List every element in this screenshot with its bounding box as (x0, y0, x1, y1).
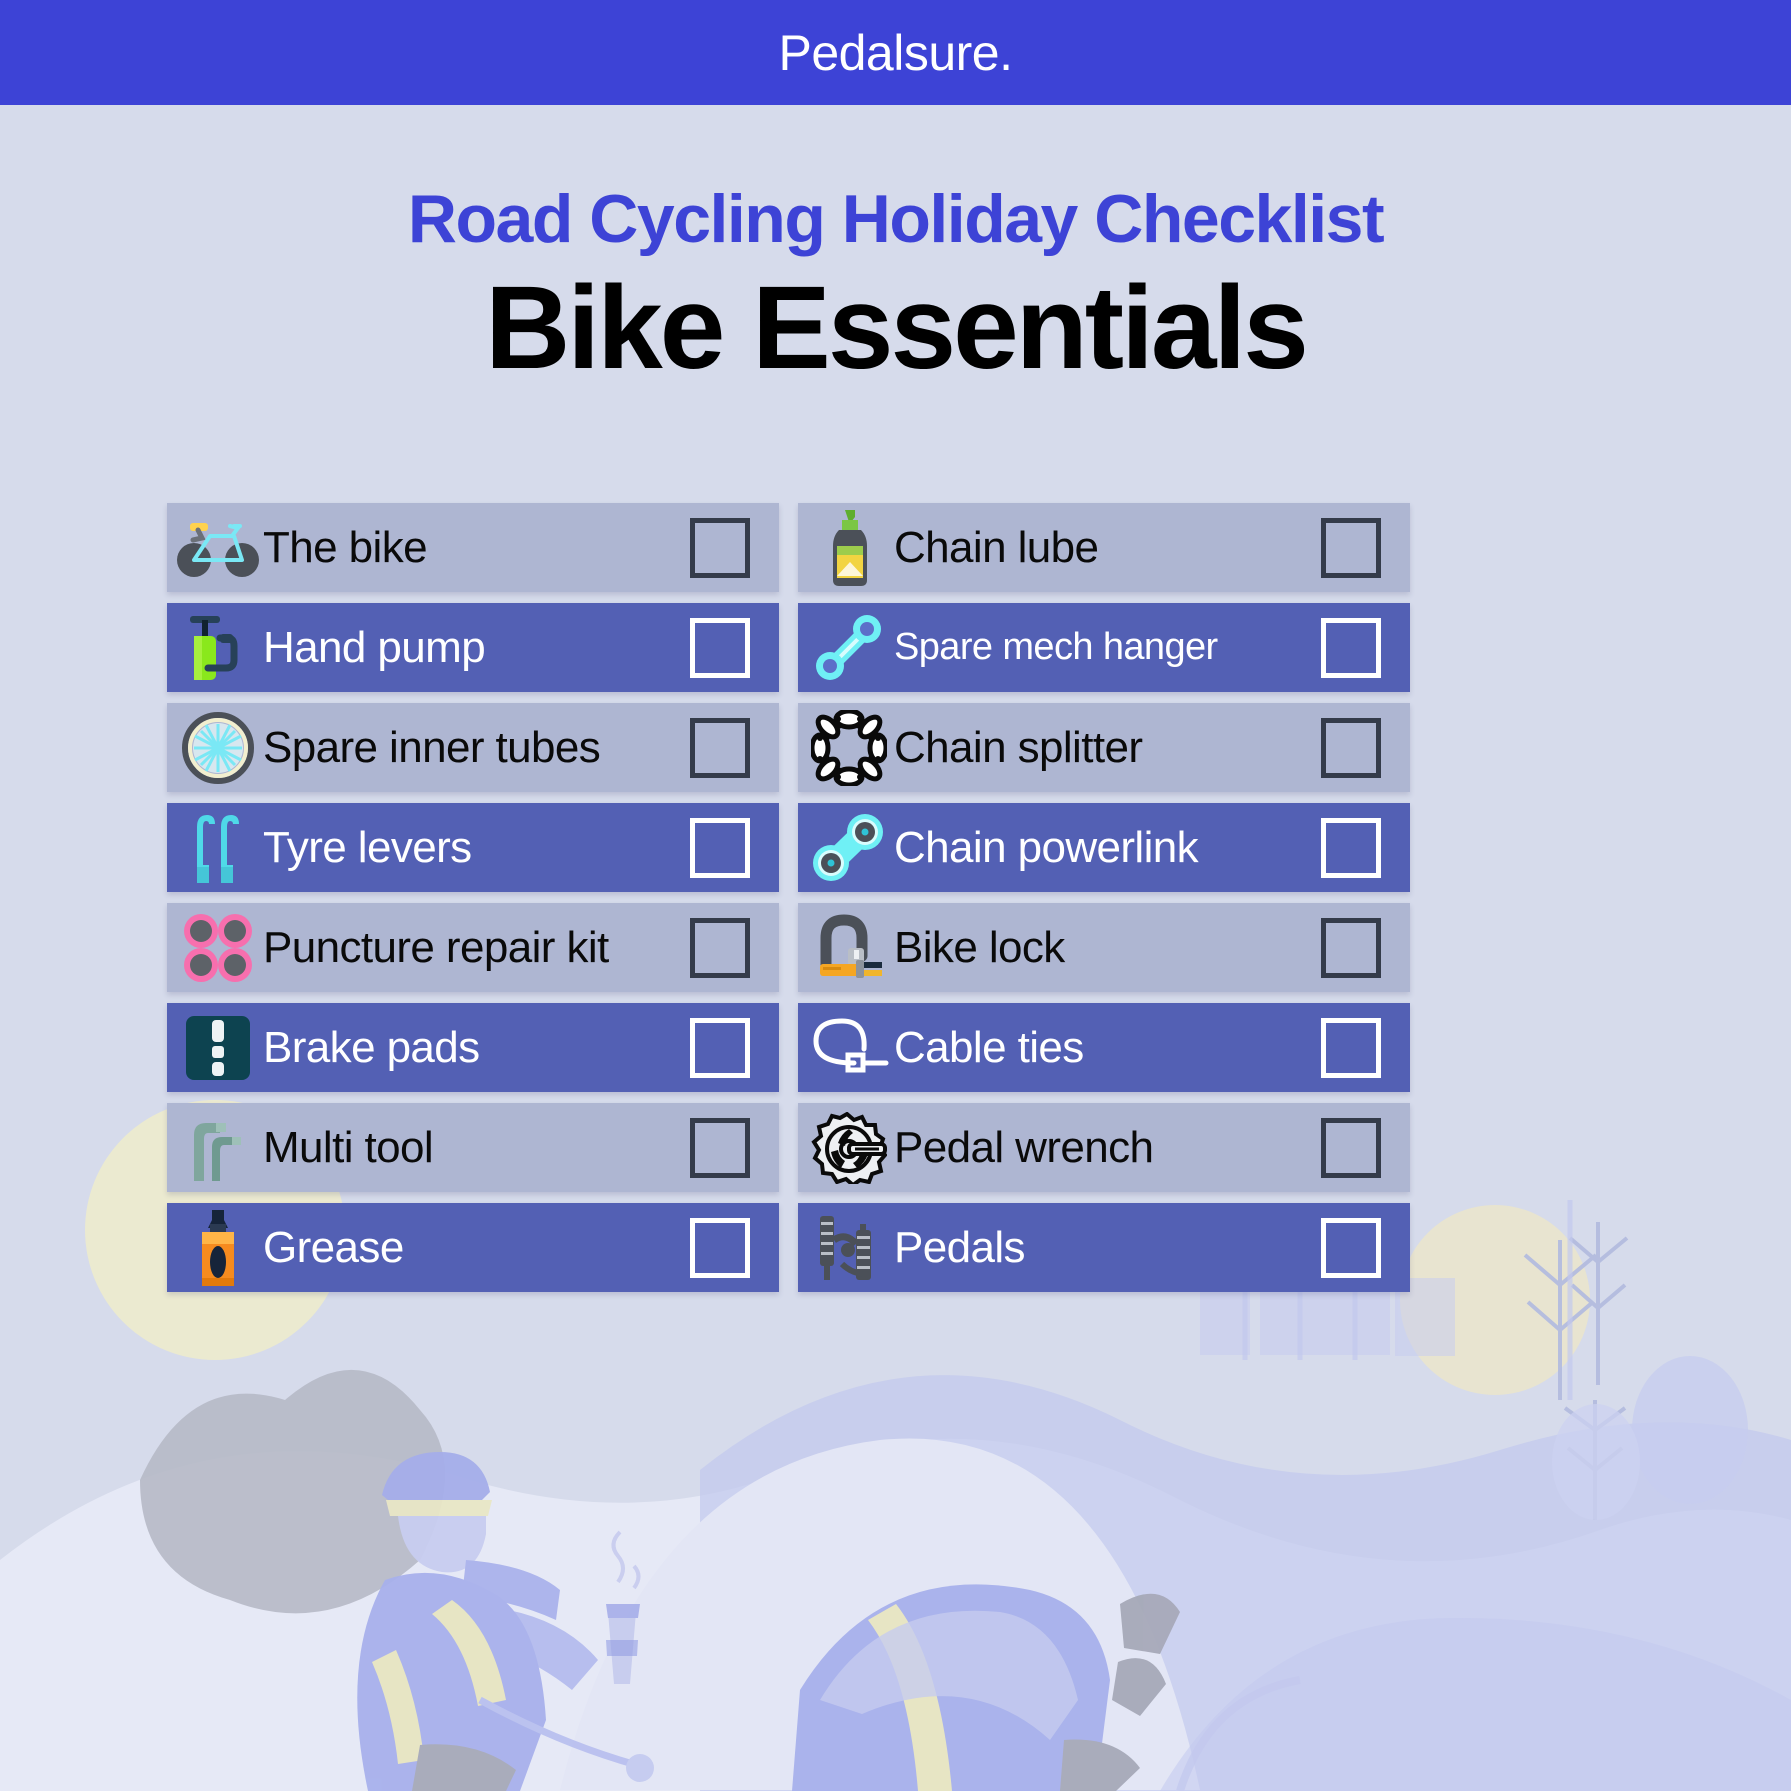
checklist-row[interactable]: Brake pads (167, 1003, 779, 1092)
checklist-row[interactable]: Spare inner tubes (167, 703, 779, 792)
checklist-item-label: Hand pump (263, 622, 486, 672)
checklist-checkbox[interactable] (1321, 1217, 1381, 1278)
checklist-item-label: The bike (263, 522, 428, 572)
heading-block: Road Cycling Holiday Checklist Bike Esse… (0, 185, 1791, 391)
checklist-checkbox[interactable] (1321, 517, 1381, 578)
brand-logo: Pedalsure. (778, 24, 1013, 81)
checklist-row[interactable]: Pedals (798, 1203, 1410, 1292)
multi-tool-icon (167, 1103, 263, 1192)
checklist-row[interactable]: Chain splitter (798, 703, 1410, 792)
checklist-item-label: Chain lube (894, 522, 1099, 572)
eyebrow-title: Road Cycling Holiday Checklist (407, 181, 1385, 257)
bicycle-icon (167, 503, 263, 592)
checklist-item-label: Chain splitter (894, 722, 1143, 772)
checklist-item-label: Grease (263, 1222, 404, 1272)
checklist-checkbox[interactable] (690, 817, 750, 878)
checklist-row[interactable]: Grease (167, 1203, 779, 1292)
chain-splitter-icon (798, 703, 894, 792)
checklist-checkbox[interactable] (690, 1217, 750, 1278)
checklist-row[interactable]: Bike lock (798, 903, 1410, 992)
checklist-checkbox[interactable] (690, 1017, 750, 1078)
bike-lock-icon (798, 903, 894, 992)
tyre-levers-icon (167, 803, 263, 892)
checklist-row[interactable]: Multi tool (167, 1103, 779, 1192)
checklist-row[interactable]: Pedal wrench (798, 1103, 1410, 1192)
checklist-item-label: Cable ties (894, 1022, 1084, 1072)
checklist-checkbox[interactable] (1321, 1117, 1381, 1178)
hand-pump-icon (167, 603, 263, 692)
checklist-item-label: Brake pads (263, 1022, 480, 1072)
checklist-item-label: Multi tool (263, 1122, 434, 1172)
pedals-icon (798, 1203, 894, 1292)
brand-bar: Pedalsure. (0, 0, 1791, 105)
checklist-checkbox[interactable] (1321, 717, 1381, 778)
pedal-wrench-icon (798, 1103, 894, 1192)
checklist-row[interactable]: Tyre levers (167, 803, 779, 892)
checklist-checkbox[interactable] (1321, 617, 1381, 678)
mech-hanger-icon (798, 603, 894, 692)
chain-lube-icon (798, 503, 894, 592)
checklist-checkbox[interactable] (1321, 817, 1381, 878)
checklist-item-label: Spare inner tubes (263, 722, 601, 772)
wheel-icon (167, 703, 263, 792)
checklist-item-label: Chain powerlink (894, 822, 1199, 872)
checklist-right-column: Chain lube Spare mech hanger Chain split… (798, 503, 1410, 1292)
checklist-row[interactable]: Cable ties (798, 1003, 1410, 1092)
checklist-row[interactable]: Hand pump (167, 603, 779, 692)
checklist-row[interactable]: Spare mech hanger (798, 603, 1410, 692)
checklist-checkbox[interactable] (690, 917, 750, 978)
chain-powerlink-icon (798, 803, 894, 892)
page-title: Bike Essentials (485, 262, 1309, 394)
checklist-left-column: The bike Hand pump Spare inner tubes Tyr… (167, 503, 779, 1292)
checklist-row[interactable]: Puncture repair kit (167, 903, 779, 992)
checklist-row[interactable]: Chain lube (798, 503, 1410, 592)
checklist-item-label: Pedals (894, 1222, 1026, 1272)
checklist: The bike Hand pump Spare inner tubes Tyr… (167, 503, 1410, 1292)
checklist-item-label: Puncture repair kit (263, 922, 609, 972)
checklist-item-label: Tyre levers (263, 822, 472, 872)
puncture-repair-kit-icon (167, 903, 263, 992)
checklist-checkbox[interactable] (690, 517, 750, 578)
checklist-checkbox[interactable] (1321, 917, 1381, 978)
checklist-checkbox[interactable] (690, 1117, 750, 1178)
checklist-row[interactable]: Chain powerlink (798, 803, 1410, 892)
checklist-checkbox[interactable] (1321, 1017, 1381, 1078)
checklist-item-label: Bike lock (894, 922, 1065, 972)
grease-icon (167, 1203, 263, 1292)
checklist-row[interactable]: The bike (167, 503, 779, 592)
brake-pads-icon (167, 1003, 263, 1092)
checklist-checkbox[interactable] (690, 617, 750, 678)
cable-tie-icon (798, 1003, 894, 1092)
checklist-item-label: Pedal wrench (894, 1122, 1154, 1172)
checklist-item-label: Spare mech hanger (894, 626, 1218, 668)
checklist-checkbox[interactable] (690, 717, 750, 778)
